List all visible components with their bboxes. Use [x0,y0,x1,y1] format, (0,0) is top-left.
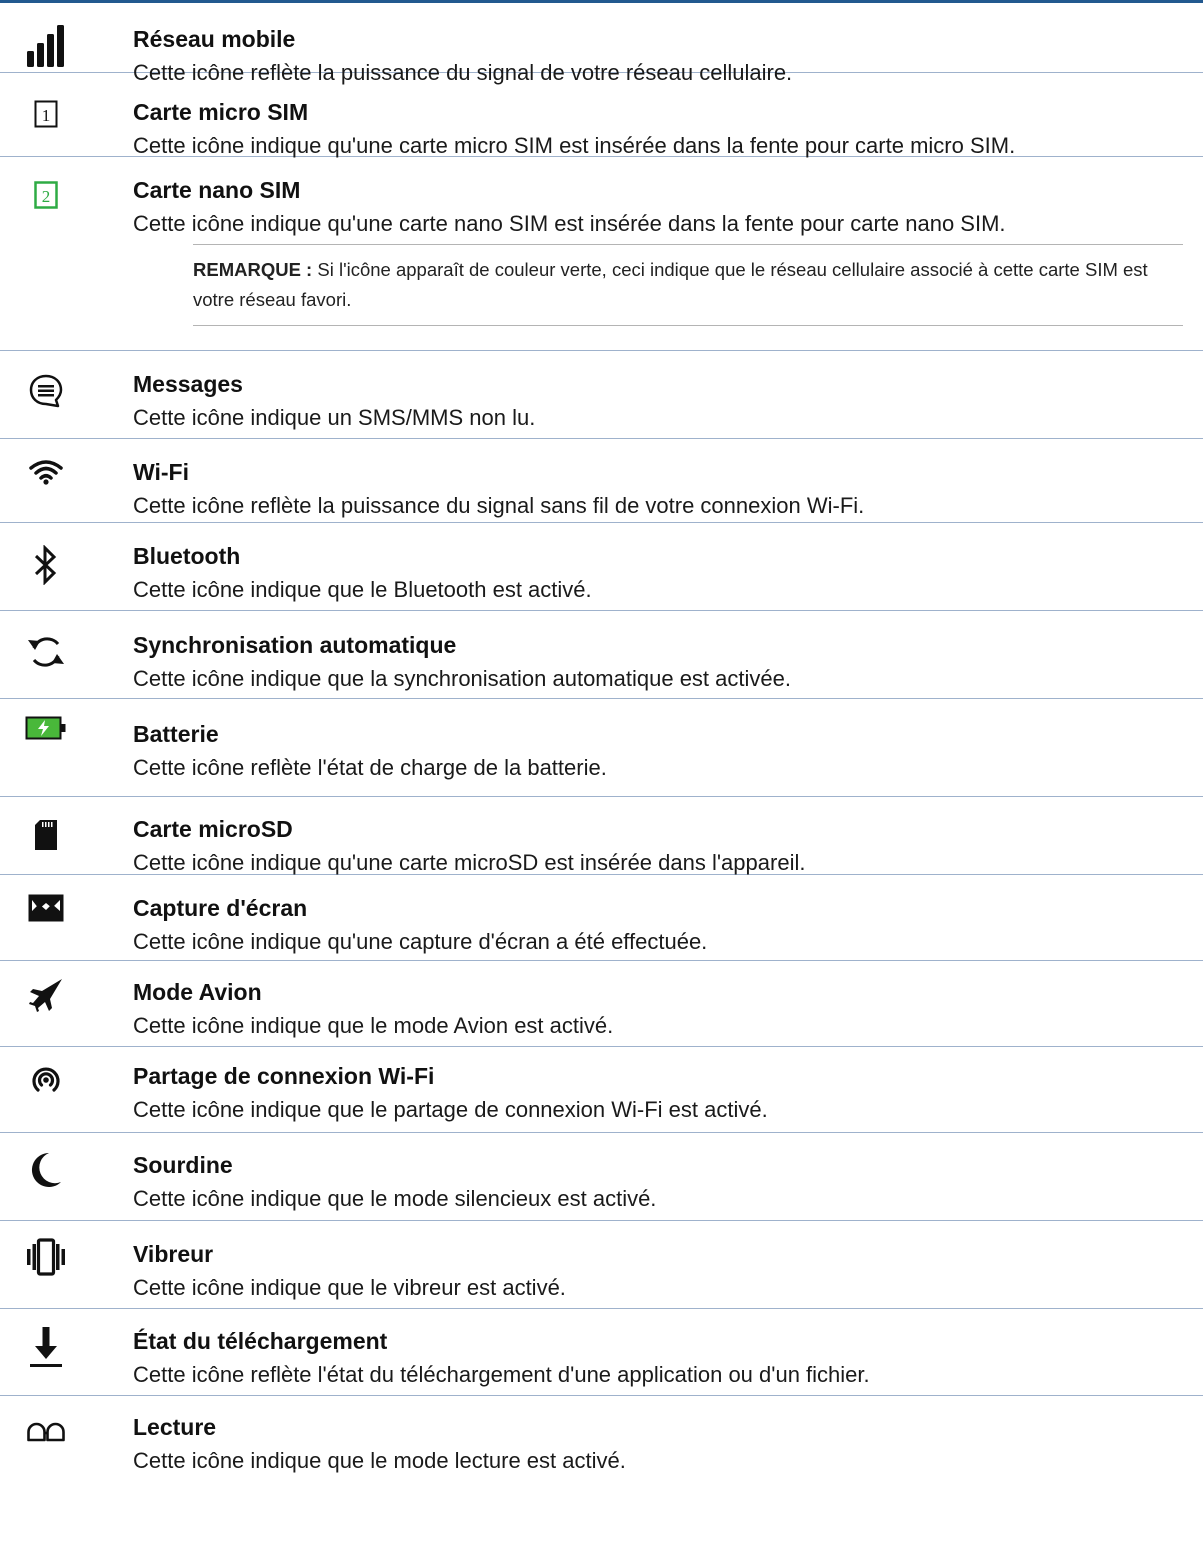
item-title: Capture d'écran [133,895,308,921]
vibrate-icon [20,1238,72,1290]
list-item: Sourdine Cette icône indique que le mode… [0,1133,1203,1221]
list-item: Mode Avion Cette icône indique que le mo… [0,961,1203,1047]
item-description: Cette icône indique que le Bluetooth est… [133,577,592,602]
item-title: Sourdine [133,1152,233,1178]
note-label: REMARQUE : [193,259,313,280]
item-description: Cette icône reflète l'état du télécharge… [133,1362,870,1387]
sd-card-icon [20,819,72,871]
list-item: État du téléchargement Cette icône reflè… [0,1309,1203,1396]
reading-glasses-icon [20,1420,72,1472]
item-title: Messages [133,371,243,397]
item-title: Bluetooth [133,543,241,569]
item-description: Cette icône reflète l'état de charge de … [133,755,607,780]
sync-icon [20,631,72,683]
sim-2-icon: 2 [20,181,72,233]
list-item: Bluetooth Cette icône indique que le Blu… [0,523,1203,611]
item-title: Réseau mobile [133,26,296,52]
item-description: Cette icône indique que le mode Avion es… [133,1013,614,1038]
bluetooth-icon [20,545,72,597]
status-icon-list: Réseau mobile Cette icône reflète la pui… [0,3,1203,1496]
item-description: Cette icône indique que le vibreur est a… [133,1275,566,1300]
item-title: Carte microSD [133,816,293,842]
list-item: Capture d'écran Cette icône indique qu'u… [0,875,1203,961]
item-description: Cette icône indique que le mode lecture … [133,1448,626,1473]
item-title: Partage de connexion Wi-Fi [133,1063,435,1089]
item-description: Cette icône indique un SMS/MMS non lu. [133,405,536,430]
item-title: Lecture [133,1414,217,1440]
item-title: Carte micro SIM [133,99,309,125]
signal-bars-icon [20,25,72,77]
item-title: Synchronisation automatique [133,632,457,658]
sim-1-icon: 1 [20,100,72,152]
item-title: État du téléchargement [133,1328,388,1354]
list-item: Lecture Cette icône indique que le mode … [0,1396,1203,1496]
moon-icon [20,1151,72,1203]
item-description: Cette icône indique qu'une capture d'écr… [133,929,708,954]
item-description: Cette icône indique que le partage de co… [133,1097,768,1122]
message-icon [20,373,72,425]
download-icon [20,1326,72,1378]
wifi-icon [20,459,72,511]
battery-icon [20,716,72,768]
item-description: Cette icône indique que la synchronisati… [133,666,791,691]
item-description: Cette icône indique qu'une carte nano SI… [133,211,1006,236]
airplane-icon [20,977,72,1029]
svg-text:2: 2 [42,187,51,206]
list-item: Réseau mobile Cette icône reflète la pui… [0,3,1203,85]
list-item: Carte microSD Cette icône indique qu'une… [0,797,1203,875]
list-item: 1 Carte micro SIM Cette icône indique qu… [0,73,1203,158]
list-item: Messages Cette icône indique un SMS/MMS … [0,351,1203,439]
item-description: Cette icône indique qu'une carte micro S… [133,133,1016,158]
list-item: Vibreur Cette icône indique que le vibre… [0,1221,1203,1309]
note-box: REMARQUE : Si l'icône apparaît de couleu… [193,244,1183,326]
note-text: Si l'icône apparaît de couleur verte, ce… [193,259,1148,310]
list-item: Synchronisation automatique Cette icône … [0,611,1203,699]
list-item: 2 Carte nano SIM Cette icône indique qu'… [0,157,1203,351]
item-description: Cette icône indique que le mode silencie… [133,1186,657,1211]
item-title: Carte nano SIM [133,177,301,203]
hotspot-icon [20,1063,72,1115]
item-title: Batterie [133,721,219,747]
list-item: Batterie Cette icône reflète l'état de c… [0,699,1203,797]
list-item: Wi-Fi Cette icône reflète la puissance d… [0,439,1203,523]
list-item: Partage de connexion Wi-Fi Cette icône i… [0,1047,1203,1133]
item-title: Mode Avion [133,979,262,1005]
item-description: Cette icône reflète la puissance du sign… [133,493,865,518]
item-description: Cette icône indique qu'une carte microSD… [133,850,806,875]
item-title: Vibreur [133,1241,214,1267]
screenshot-icon [20,893,72,945]
svg-text:1: 1 [42,106,51,125]
item-title: Wi-Fi [133,459,189,485]
